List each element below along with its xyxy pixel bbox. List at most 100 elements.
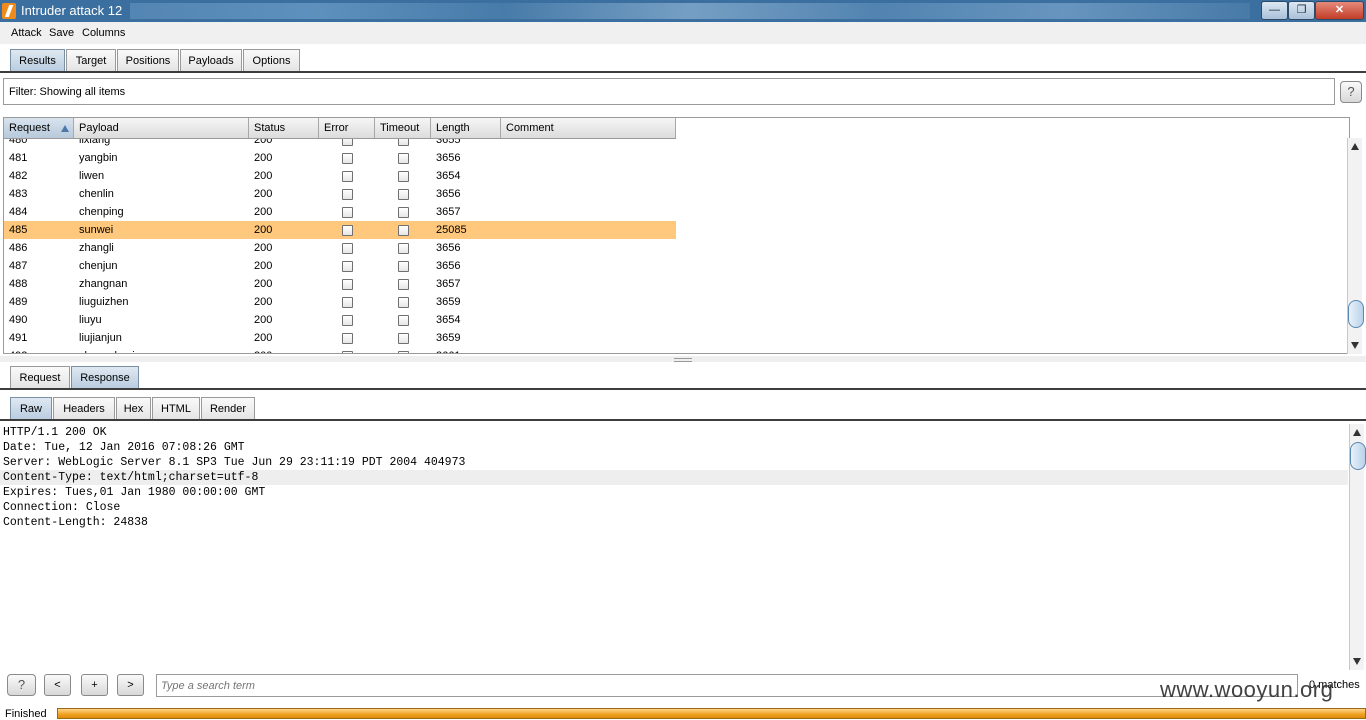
cell-length: 3659: [436, 332, 461, 344]
filter-help-button[interactable]: ?: [1340, 81, 1362, 103]
scroll-up-icon[interactable]: [1351, 143, 1359, 150]
results-table: 480 lixiang 200 3655 481 yangbin 200 3656 482 liw…: [3, 117, 1350, 354]
minimize-icon[interactable]: —: [1261, 1, 1288, 20]
cell-payload: zhangnan: [79, 278, 128, 290]
table-row[interactable]: 492 zhangshuying 200 3661: [4, 347, 676, 353]
scroll-up-icon[interactable]: [1353, 429, 1361, 436]
cell-length: 3656: [436, 188, 461, 200]
timeout-checkbox: [398, 315, 409, 326]
burp-app-icon: [2, 3, 16, 19]
timeout-checkbox: [398, 189, 409, 200]
tab-positions[interactable]: Positions: [117, 49, 179, 71]
tab-hex[interactable]: Hex: [116, 397, 151, 419]
response-scrollbar[interactable]: [1349, 424, 1366, 670]
column-payload[interactable]: Payload: [74, 118, 249, 138]
tab-raw[interactable]: Raw: [10, 397, 52, 419]
cell-length: 3657: [436, 278, 461, 290]
response-line: Content-Length: 24838: [3, 516, 148, 529]
scroll-down-icon[interactable]: [1353, 658, 1361, 665]
error-checkbox: [342, 261, 353, 272]
tab-render[interactable]: Render: [201, 397, 255, 419]
menu-save[interactable]: Save: [49, 26, 74, 40]
filter-text: Filter: Showing all items: [9, 86, 126, 98]
cell-status: 200: [254, 296, 273, 308]
tab-results[interactable]: Results: [10, 49, 65, 71]
timeout-checkbox: [398, 351, 409, 353]
response-line: Server: WebLogic Server 8.1 SP3 Tue Jun …: [3, 456, 466, 469]
close-icon[interactable]: ✕: [1315, 1, 1364, 20]
response-scroll-thumb[interactable]: [1350, 442, 1366, 470]
filter-bar[interactable]: Filter: Showing all items: [3, 78, 1335, 105]
scroll-down-icon[interactable]: [1351, 342, 1359, 349]
cell-request: 486: [9, 242, 28, 254]
menu-bar: [0, 22, 1366, 44]
column-length[interactable]: Length: [431, 118, 501, 138]
cell-status: 200: [254, 332, 273, 344]
table-row[interactable]: 491 liujianjun 200 3659: [4, 329, 676, 347]
table-scrollbar[interactable]: [1347, 138, 1364, 354]
table-scroll-thumb[interactable]: [1348, 300, 1364, 328]
table-row[interactable]: 481 yangbin 200 3656: [4, 149, 676, 167]
table-body: 480 lixiang 200 3655 481 yangbin 200 3656 482 liw…: [4, 131, 676, 353]
search-input[interactable]: [161, 676, 1281, 695]
tab-target[interactable]: Target: [66, 49, 116, 71]
response-editor[interactable]: HTTP/1.1 200 OK Date: Tue, 12 Jan 2016 07…: [0, 424, 1348, 670]
error-checkbox: [342, 207, 353, 218]
table-row[interactable]: 488 zhangnan 200 3657: [4, 275, 676, 293]
tab-divider: [0, 71, 1366, 73]
cell-payload: chenjun: [79, 260, 118, 272]
error-checkbox: [342, 315, 353, 326]
table-row[interactable]: 490 liuyu 200 3654: [4, 311, 676, 329]
menu-attack[interactable]: Attack: [11, 26, 42, 40]
cell-request: 488: [9, 278, 28, 290]
cell-request: 490: [9, 314, 28, 326]
pane-splitter[interactable]: [0, 356, 1366, 362]
search-box[interactable]: [156, 674, 1298, 697]
cell-request: 491: [9, 332, 28, 344]
table-row[interactable]: 487 chenjun 200 3656: [4, 257, 676, 275]
cell-status: 200: [254, 152, 273, 164]
search-add-button[interactable]: +: [81, 674, 108, 696]
cell-request: 487: [9, 260, 28, 272]
cell-request: 484: [9, 206, 28, 218]
column-error[interactable]: Error: [319, 118, 375, 138]
tab-headers[interactable]: Headers: [53, 397, 115, 419]
cell-payload: yangbin: [79, 152, 118, 164]
column-timeout[interactable]: Timeout: [375, 118, 431, 138]
restore-icon[interactable]: ❐: [1288, 1, 1315, 20]
table-row[interactable]: 484 chenping 200 3657: [4, 203, 676, 221]
tab-options[interactable]: Options: [243, 49, 300, 71]
search-prev-button[interactable]: <: [44, 674, 71, 696]
search-help-button[interactable]: ?: [7, 674, 36, 696]
cell-payload: chenlin: [79, 188, 114, 200]
error-checkbox: [342, 189, 353, 200]
table-row[interactable]: 482 liwen 200 3654: [4, 167, 676, 185]
cell-payload: liuguizhen: [79, 296, 129, 308]
watermark: www.wooyun.org: [1160, 677, 1334, 702]
column-request[interactable]: Request: [4, 118, 74, 138]
search-next-button[interactable]: >: [117, 674, 144, 696]
table-row[interactable]: 485 sunwei 200 25085: [4, 221, 676, 239]
response-line: Date: Tue, 12 Jan 2016 07:08:26 GMT: [3, 441, 245, 454]
cell-request: 492: [9, 347, 27, 353]
column-status[interactable]: Status: [249, 118, 319, 138]
cell-length: 3656: [436, 242, 461, 254]
table-row[interactable]: 489 liuguizhen 200 3659: [4, 293, 676, 311]
view-tab-divider: [0, 419, 1366, 421]
table-row[interactable]: 483 chenlin 200 3656: [4, 185, 676, 203]
menu-columns[interactable]: Columns: [82, 26, 125, 40]
timeout-checkbox: [398, 279, 409, 290]
detail-tab-divider: [0, 388, 1366, 390]
cell-length: 3654: [436, 170, 461, 182]
tab-response[interactable]: Response: [71, 366, 139, 388]
cell-status: 200: [254, 188, 273, 200]
tab-request[interactable]: Request: [10, 366, 70, 388]
cell-status: 200: [254, 242, 273, 254]
cell-request: 489: [9, 296, 28, 308]
tab-payloads[interactable]: Payloads: [180, 49, 242, 71]
table-header: Request Payload Status Error Timeout Len…: [4, 118, 676, 139]
table-row[interactable]: 486 zhangli 200 3656: [4, 239, 676, 257]
column-comment[interactable]: Comment: [501, 118, 676, 138]
tab-html[interactable]: HTML: [152, 397, 200, 419]
sort-ascending-icon: [61, 125, 69, 132]
